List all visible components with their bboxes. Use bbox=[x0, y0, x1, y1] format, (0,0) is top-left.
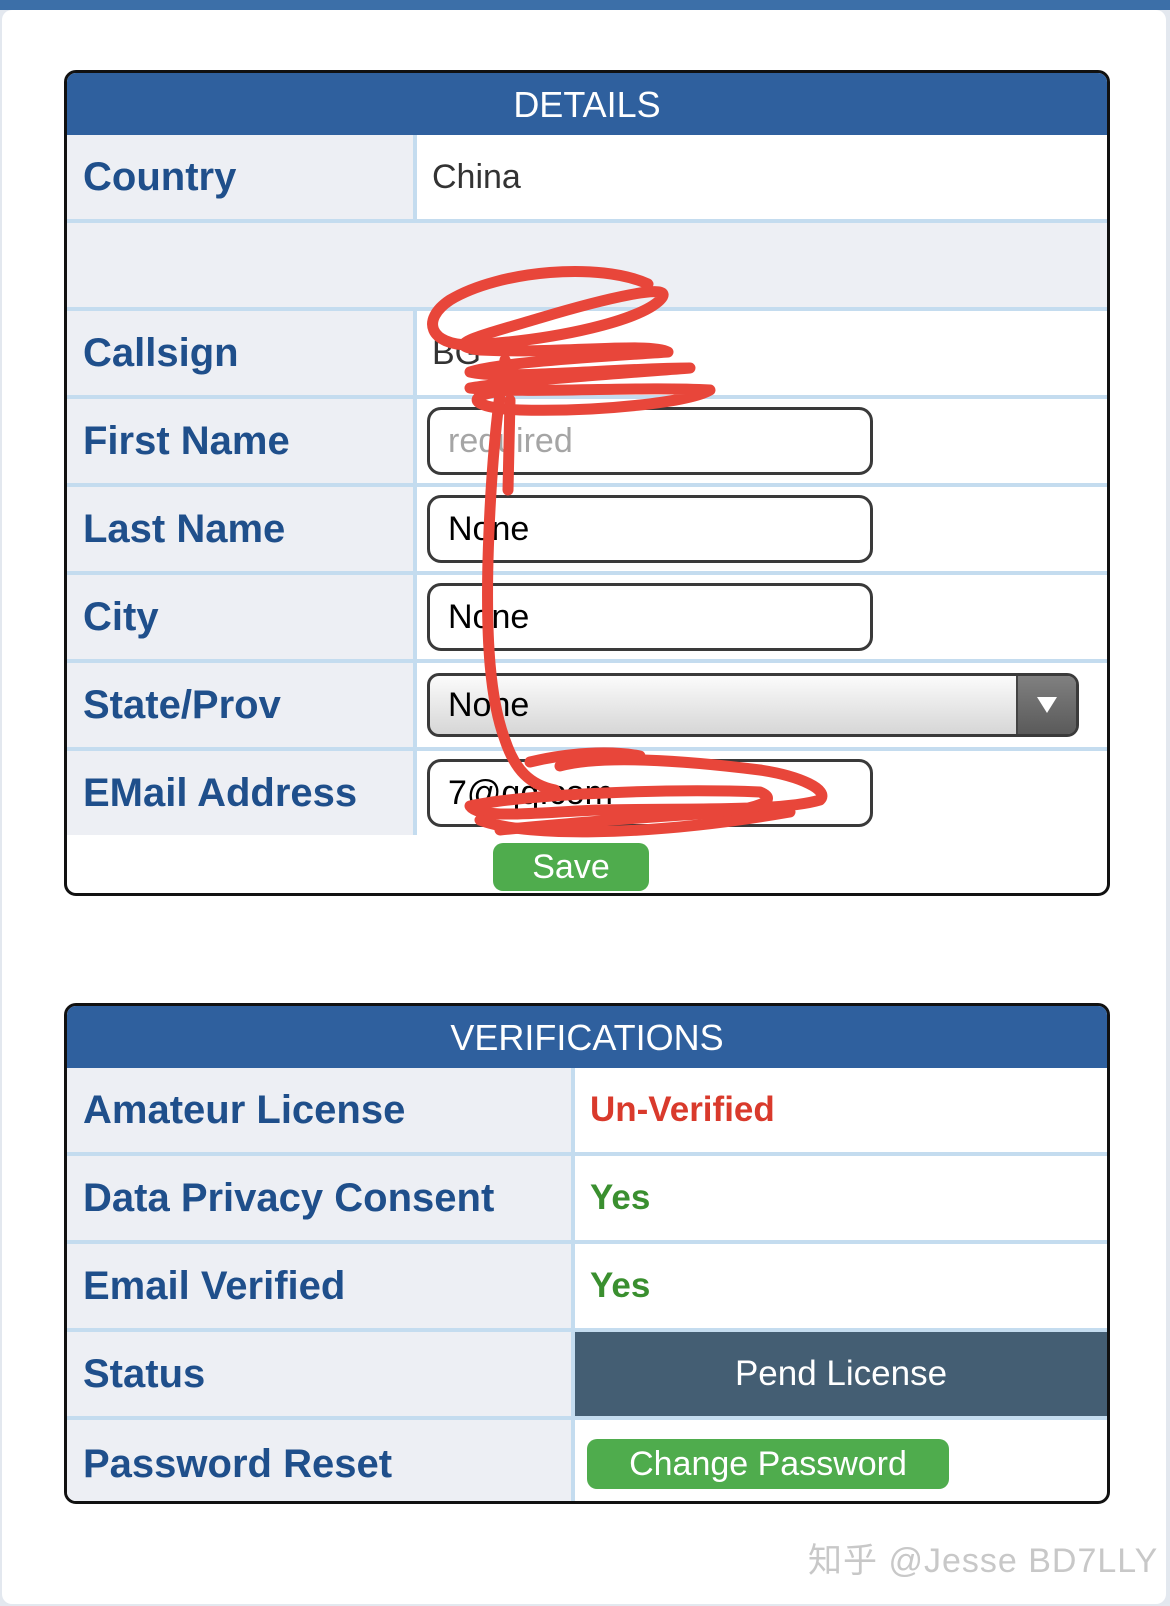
amateur-license-cell: Un-Verified bbox=[575, 1068, 1107, 1152]
email-input[interactable] bbox=[427, 759, 873, 827]
state-select-value: None bbox=[448, 686, 530, 724]
city-row: City bbox=[67, 575, 1107, 663]
last-name-row: Last Name bbox=[67, 487, 1107, 575]
state-label: State/Prov bbox=[67, 663, 417, 747]
details-header: DETAILS bbox=[67, 73, 1107, 135]
last-name-cell bbox=[417, 487, 1107, 571]
country-value: China bbox=[432, 157, 521, 196]
country-value-cell: China bbox=[417, 135, 1107, 219]
city-cell bbox=[417, 575, 1107, 659]
first-name-label: First Name bbox=[67, 399, 417, 483]
top-bar bbox=[0, 0, 1170, 10]
verifications-header: VERIFICATIONS bbox=[67, 1006, 1107, 1068]
triangle-down-icon[interactable] bbox=[1016, 676, 1076, 734]
first-name-input[interactable] bbox=[427, 407, 873, 475]
country-row: Country China bbox=[67, 135, 1107, 223]
privacy-row: Data Privacy Consent Yes bbox=[67, 1156, 1107, 1244]
state-cell: None bbox=[417, 663, 1107, 747]
callsign-label: Callsign bbox=[67, 311, 417, 395]
callsign-value-cell: BG bbox=[417, 311, 1107, 395]
status-row: Status Pend License bbox=[67, 1332, 1107, 1420]
last-name-input[interactable] bbox=[427, 495, 873, 563]
email-verified-cell: Yes bbox=[575, 1244, 1107, 1328]
watermark: 知乎 @Jesse BD7LLY bbox=[808, 1542, 1159, 1580]
email-label: EMail Address bbox=[67, 751, 417, 835]
save-area: Save bbox=[67, 839, 1107, 893]
amateur-license-status: Un-Verified bbox=[590, 1090, 775, 1129]
email-verified-label: Email Verified bbox=[67, 1244, 575, 1328]
email-verified-row: Email Verified Yes bbox=[67, 1244, 1107, 1332]
callsign-row: Callsign BG bbox=[67, 311, 1107, 399]
last-name-label: Last Name bbox=[67, 487, 417, 571]
city-input[interactable] bbox=[427, 583, 873, 651]
privacy-cell: Yes bbox=[575, 1156, 1107, 1240]
privacy-status: Yes bbox=[590, 1178, 651, 1217]
details-panel: DETAILS Country China Callsign BG First … bbox=[64, 70, 1110, 896]
password-reset-row: Password Reset Change Password bbox=[67, 1420, 1107, 1501]
privacy-label: Data Privacy Consent bbox=[67, 1156, 575, 1240]
first-name-row: First Name bbox=[67, 399, 1107, 487]
save-button[interactable]: Save bbox=[493, 843, 649, 891]
state-select[interactable]: None bbox=[427, 673, 1079, 737]
callsign-value: BG bbox=[432, 333, 482, 372]
blank-row bbox=[67, 223, 1107, 311]
country-label: Country bbox=[67, 135, 417, 219]
status-label: Status bbox=[67, 1332, 575, 1416]
city-label: City bbox=[67, 575, 417, 659]
state-row: State/Prov None bbox=[67, 663, 1107, 751]
first-name-cell bbox=[417, 399, 1107, 483]
status-value: Pend License bbox=[575, 1332, 1107, 1416]
amateur-license-label: Amateur License bbox=[67, 1068, 575, 1152]
amateur-license-row: Amateur License Un-Verified bbox=[67, 1068, 1107, 1156]
email-cell bbox=[417, 751, 1107, 835]
password-reset-cell: Change Password bbox=[575, 1420, 1107, 1501]
email-verified-status: Yes bbox=[590, 1266, 651, 1305]
password-reset-label: Password Reset bbox=[67, 1420, 575, 1501]
change-password-button[interactable]: Change Password bbox=[587, 1439, 949, 1489]
email-row: EMail Address bbox=[67, 751, 1107, 839]
verifications-panel: VERIFICATIONS Amateur License Un-Verifie… bbox=[64, 1003, 1110, 1504]
